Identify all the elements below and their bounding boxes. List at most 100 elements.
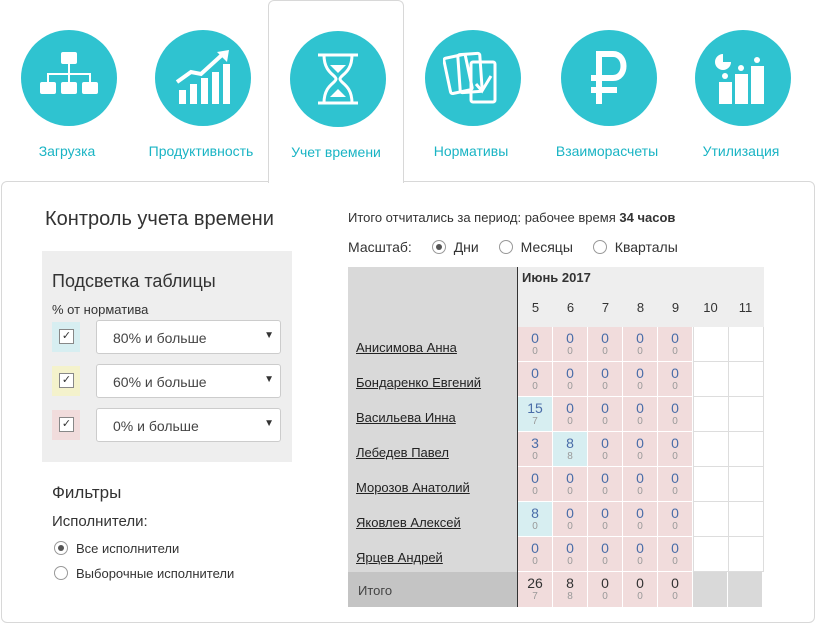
executor-name-link[interactable]: Анисимова Анна xyxy=(356,340,457,355)
cell-hours: 0 xyxy=(636,540,644,556)
cell-norm: 0 xyxy=(602,521,608,532)
total-cell-empty xyxy=(728,572,763,608)
chevron-down-icon: ▼ xyxy=(264,374,274,385)
cell-hours: 0 xyxy=(671,330,679,346)
scale-option-months[interactable]: Месяцы xyxy=(498,239,573,255)
threshold-value: 80% и больше xyxy=(113,330,207,346)
cell-hours: 0 xyxy=(566,505,574,521)
radio-icon[interactable] xyxy=(592,240,607,254)
highlight-checkbox[interactable]: ✓ xyxy=(59,373,74,388)
highlight-checkbox[interactable]: ✓ xyxy=(59,329,74,344)
cell-norm: 0 xyxy=(637,381,643,392)
total-cell: 88 xyxy=(553,572,588,608)
cell-hours: 8 xyxy=(566,435,574,451)
executor-name-link[interactable]: Бондаренко Евгений xyxy=(356,375,481,390)
table-cell: 00 xyxy=(518,537,553,572)
total-cell: 00 xyxy=(623,572,658,608)
cell-hours: 0 xyxy=(671,470,679,486)
highlight-subtitle: % от норматива xyxy=(52,302,149,317)
table-cell: 00 xyxy=(623,327,658,362)
cell-hours: 0 xyxy=(636,400,644,416)
day-header: 6 xyxy=(566,300,575,315)
scale-option-days[interactable]: Дни xyxy=(431,239,479,255)
tab-utilizatsiya[interactable]: Утилизация xyxy=(674,0,808,182)
table-cell-empty xyxy=(728,327,764,362)
executor-name-link[interactable]: Ярцев Андрей xyxy=(356,550,443,565)
radio-icon[interactable] xyxy=(498,240,513,254)
cell-norm: 0 xyxy=(567,486,573,497)
total-label: Итого xyxy=(358,583,393,598)
table-cell: 00 xyxy=(588,502,623,537)
table-cell-empty xyxy=(728,537,764,572)
table-cell: 00 xyxy=(588,397,623,432)
cell-hours: 0 xyxy=(601,435,609,451)
summary-value: 34 часов xyxy=(619,210,676,225)
threshold-value: 0% и больше xyxy=(113,418,199,434)
cell-norm: 0 xyxy=(602,346,608,357)
radio-icon[interactable] xyxy=(54,541,68,555)
scale-label: Масштаб: xyxy=(348,239,412,255)
table-cell: 00 xyxy=(588,467,623,502)
color-swatch: ✓ xyxy=(52,322,80,352)
scale-option-label: Дни xyxy=(453,239,479,255)
cell-hours: 0 xyxy=(531,365,539,381)
table-cell: 00 xyxy=(588,432,623,467)
cell-norm: 0 xyxy=(672,521,678,532)
highlight-row: ✓ 80% и больше ▼ xyxy=(52,320,282,354)
table-cell: 00 xyxy=(588,537,623,572)
tab-normativy[interactable]: Нормативы xyxy=(404,0,538,182)
table-cell-empty xyxy=(693,397,729,432)
cell-norm: 0 xyxy=(532,521,538,532)
radio-all-executors[interactable]: Все исполнители xyxy=(54,541,179,556)
threshold-select[interactable]: 80% и больше ▼ xyxy=(96,320,281,354)
cell-hours: 0 xyxy=(566,330,574,346)
radio-selected-executors[interactable]: Выборочные исполнители xyxy=(54,566,234,581)
executor-name-link[interactable]: Лебедев Павел xyxy=(356,445,449,460)
total-norm: 8 xyxy=(567,591,573,602)
executor-name-link[interactable]: Яковлев Алексей xyxy=(356,515,461,530)
tab-uchet-vremeni[interactable]: Учет времени xyxy=(268,0,404,183)
cell-norm: 0 xyxy=(637,486,643,497)
highlight-checkbox[interactable]: ✓ xyxy=(59,417,74,432)
table-cell-empty xyxy=(728,362,764,397)
table-cell-empty xyxy=(693,432,729,467)
cell-norm: 0 xyxy=(672,486,678,497)
tab-produktivnost[interactable]: Продуктивность xyxy=(134,0,268,182)
cell-norm: 0 xyxy=(602,556,608,567)
executor-name-link[interactable]: Морозов Анатолий xyxy=(356,480,470,495)
scale-selector: Масштаб: Дни Месяцы Кварталы xyxy=(348,239,678,255)
scale-option-quarters[interactable]: Кварталы xyxy=(592,239,678,255)
threshold-select[interactable]: 0% и больше ▼ xyxy=(96,408,281,442)
summary-text: Итого отчитались за период: рабочее врем… xyxy=(348,210,616,225)
radio-label: Выборочные исполнители xyxy=(76,566,235,581)
cell-norm: 0 xyxy=(672,381,678,392)
radio-icon[interactable] xyxy=(54,566,68,580)
total-cell: 00 xyxy=(588,572,623,608)
cell-hours: 3 xyxy=(531,435,539,451)
table-cell: 00 xyxy=(658,467,693,502)
day-header: 10 xyxy=(703,300,718,315)
table-cell: 00 xyxy=(623,362,658,397)
highlight-title: Подсветка таблицы xyxy=(52,271,216,291)
cell-hours: 0 xyxy=(601,330,609,346)
radio-icon[interactable] xyxy=(431,240,446,254)
cell-hours: 0 xyxy=(531,470,539,486)
executor-name-link[interactable]: Васильева Инна xyxy=(356,410,456,425)
cell-norm: 0 xyxy=(567,556,573,567)
cell-hours: 0 xyxy=(566,400,574,416)
cell-norm: 0 xyxy=(637,416,643,427)
cell-norm: 0 xyxy=(532,381,538,392)
table-cell: 15 7 xyxy=(518,397,553,432)
threshold-select[interactable]: 60% и больше ▼ xyxy=(96,364,281,398)
cell-hours: 0 xyxy=(601,505,609,521)
highlight-row: ✓ 60% и больше ▼ xyxy=(52,364,282,398)
day-header: 8 xyxy=(636,300,645,315)
cell-norm: 0 xyxy=(637,451,643,462)
cell-hours: 0 xyxy=(671,435,679,451)
cell-hours: 0 xyxy=(636,505,644,521)
cell-norm: 7 xyxy=(532,416,538,427)
table-cell: 00 xyxy=(518,327,553,362)
cell-hours: 0 xyxy=(671,540,679,556)
page-title: Контроль учета времени xyxy=(45,208,274,230)
day-header: 5 xyxy=(531,300,540,315)
